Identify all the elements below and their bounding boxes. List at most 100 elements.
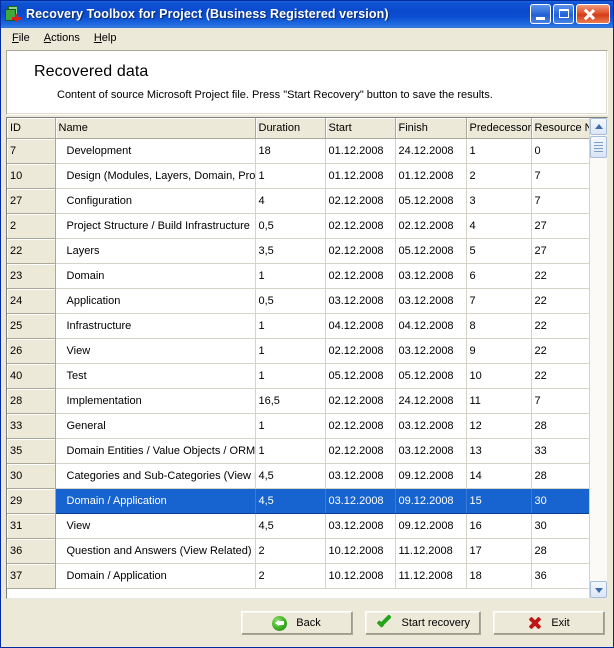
cell-finish[interactable]: 24.12.2008: [395, 139, 466, 164]
cell-resources[interactable]: 22: [531, 339, 589, 364]
cell-duration[interactable]: 4,5: [255, 514, 325, 539]
minimize-button[interactable]: [530, 4, 551, 24]
menu-item-file[interactable]: File: [5, 30, 37, 46]
cell-start[interactable]: 03.12.2008: [325, 464, 395, 489]
cell-name[interactable]: Project Structure / Build Infrastructure: [55, 214, 255, 239]
cell-start[interactable]: 10.12.2008: [325, 564, 395, 589]
cell-predecessors[interactable]: 18: [466, 564, 531, 589]
cell-id[interactable]: 27: [7, 189, 55, 214]
cell-resources[interactable]: 28: [531, 414, 589, 439]
cell-predecessors[interactable]: 14: [466, 464, 531, 489]
cell-start[interactable]: 03.12.2008: [325, 289, 395, 314]
cell-resources[interactable]: 0: [531, 139, 589, 164]
cell-resources[interactable]: 27: [531, 214, 589, 239]
cell-start[interactable]: 02.12.2008: [325, 389, 395, 414]
column-header-resources[interactable]: Resource Names: [531, 118, 589, 139]
cell-id[interactable]: 33: [7, 414, 55, 439]
cell-name[interactable]: Configuration: [55, 189, 255, 214]
cell-duration[interactable]: 1: [255, 164, 325, 189]
cell-finish[interactable]: 05.12.2008: [395, 364, 466, 389]
cell-finish[interactable]: 01.12.2008: [395, 164, 466, 189]
cell-id[interactable]: 40: [7, 364, 55, 389]
cell-predecessors[interactable]: 9: [466, 339, 531, 364]
cell-name[interactable]: Domain / Application: [55, 564, 255, 589]
table-row[interactable]: 7Development1801.12.200824.12.200810: [7, 139, 589, 164]
table-row[interactable]: 2Project Structure / Build Infrastructur…: [7, 214, 589, 239]
cell-name[interactable]: Design (Modules, Layers, Domain, Proje: [55, 164, 255, 189]
cell-finish[interactable]: 05.12.2008: [395, 239, 466, 264]
cell-duration[interactable]: 3,5: [255, 239, 325, 264]
cell-finish[interactable]: 03.12.2008: [395, 339, 466, 364]
table-row[interactable]: 25Infrastructure104.12.200804.12.2008822: [7, 314, 589, 339]
cell-finish[interactable]: 09.12.2008: [395, 514, 466, 539]
cell-duration[interactable]: 2: [255, 539, 325, 564]
table-row[interactable]: 30Categories and Sub-Categories (View R4…: [7, 464, 589, 489]
cell-resources[interactable]: 33: [531, 439, 589, 464]
cell-id[interactable]: 28: [7, 389, 55, 414]
cell-start[interactable]: 04.12.2008: [325, 314, 395, 339]
column-header-id[interactable]: ID: [7, 118, 55, 139]
cell-id[interactable]: 26: [7, 339, 55, 364]
cell-start[interactable]: 02.12.2008: [325, 339, 395, 364]
cell-id[interactable]: 36: [7, 539, 55, 564]
table-row[interactable]: 31View4,503.12.200809.12.20081630: [7, 514, 589, 539]
column-header-duration[interactable]: Duration: [255, 118, 325, 139]
cell-resources[interactable]: 22: [531, 264, 589, 289]
cell-id[interactable]: 2: [7, 214, 55, 239]
cell-start[interactable]: 02.12.2008: [325, 439, 395, 464]
cell-duration[interactable]: 1: [255, 364, 325, 389]
cell-resources[interactable]: 22: [531, 364, 589, 389]
column-header-name[interactable]: Name: [55, 118, 255, 139]
cell-predecessors[interactable]: 5: [466, 239, 531, 264]
table-row[interactable]: 35Domain Entities / Value Objects / ORM1…: [7, 439, 589, 464]
table-row[interactable]: 33General102.12.200803.12.20081228: [7, 414, 589, 439]
cell-name[interactable]: Implementation: [55, 389, 255, 414]
cell-duration[interactable]: 0,5: [255, 214, 325, 239]
cell-predecessors[interactable]: 2: [466, 164, 531, 189]
cell-predecessors[interactable]: 6: [466, 264, 531, 289]
maximize-button[interactable]: [553, 4, 574, 24]
table-row[interactable]: 26View102.12.200803.12.2008922: [7, 339, 589, 364]
cell-finish[interactable]: 04.12.2008: [395, 314, 466, 339]
cell-start[interactable]: 01.12.2008: [325, 164, 395, 189]
cell-predecessors[interactable]: 3: [466, 189, 531, 214]
cell-duration[interactable]: 1: [255, 414, 325, 439]
table-row[interactable]: 22Layers3,502.12.200805.12.2008527: [7, 239, 589, 264]
cell-predecessors[interactable]: 1: [466, 139, 531, 164]
cell-predecessors[interactable]: 8: [466, 314, 531, 339]
start-recovery-button[interactable]: Start recovery: [365, 611, 481, 635]
cell-predecessors[interactable]: 11: [466, 389, 531, 414]
cell-id[interactable]: 30: [7, 464, 55, 489]
cell-duration[interactable]: 4,5: [255, 489, 325, 514]
cell-start[interactable]: 02.12.2008: [325, 214, 395, 239]
cell-start[interactable]: 03.12.2008: [325, 514, 395, 539]
cell-finish[interactable]: 24.12.2008: [395, 389, 466, 414]
cell-predecessors[interactable]: 10: [466, 364, 531, 389]
cell-predecessors[interactable]: 7: [466, 289, 531, 314]
cell-resources[interactable]: 7: [531, 164, 589, 189]
cell-name[interactable]: Application: [55, 289, 255, 314]
cell-finish[interactable]: 05.12.2008: [395, 189, 466, 214]
cell-name[interactable]: View: [55, 339, 255, 364]
cell-id[interactable]: 31: [7, 514, 55, 539]
cell-resources[interactable]: 36: [531, 564, 589, 589]
cell-resources[interactable]: 30: [531, 489, 589, 514]
cell-finish[interactable]: 11.12.2008: [395, 539, 466, 564]
cell-predecessors[interactable]: 4: [466, 214, 531, 239]
table-row[interactable]: 36Question and Answers (View Related)210…: [7, 539, 589, 564]
cell-name[interactable]: Layers: [55, 239, 255, 264]
table-row[interactable]: 23Domain102.12.200803.12.2008622: [7, 264, 589, 289]
cell-id[interactable]: 7: [7, 139, 55, 164]
cell-resources[interactable]: 28: [531, 464, 589, 489]
cell-finish[interactable]: 11.12.2008: [395, 564, 466, 589]
column-header-predecessors[interactable]: Predecessors: [466, 118, 531, 139]
table-row[interactable]: 40Test105.12.200805.12.20081022: [7, 364, 589, 389]
scroll-down-button[interactable]: [590, 581, 607, 598]
cell-finish[interactable]: 02.12.2008: [395, 214, 466, 239]
cell-id[interactable]: 25: [7, 314, 55, 339]
cell-start[interactable]: 02.12.2008: [325, 264, 395, 289]
cell-predecessors[interactable]: 12: [466, 414, 531, 439]
menu-item-help[interactable]: Help: [87, 30, 124, 46]
vertical-scrollbar[interactable]: [589, 118, 607, 598]
cell-predecessors[interactable]: 13: [466, 439, 531, 464]
